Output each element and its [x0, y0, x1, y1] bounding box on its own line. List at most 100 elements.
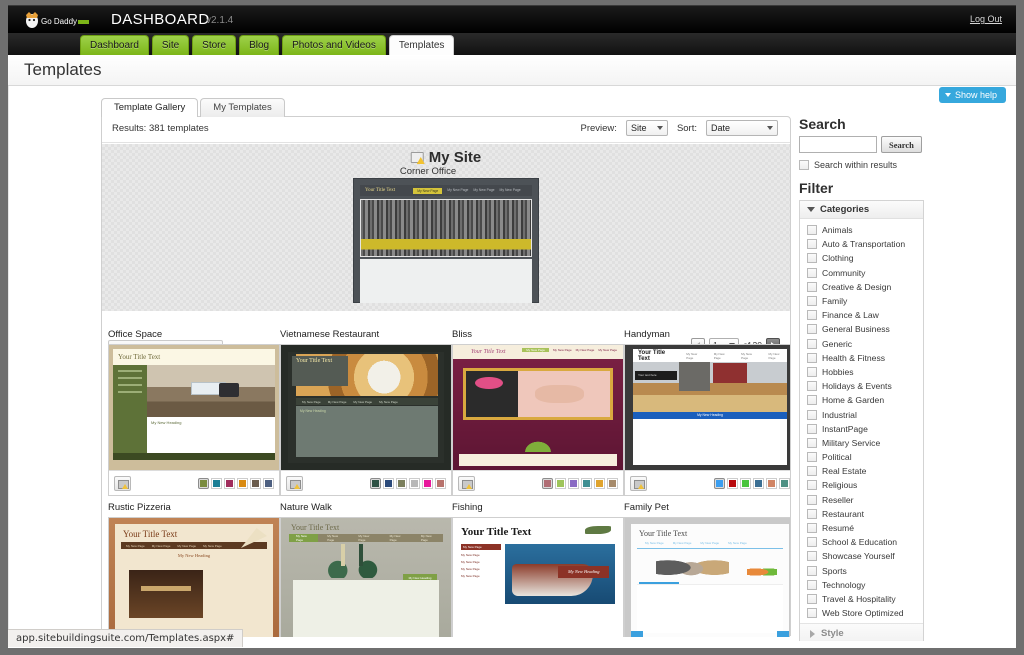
tab-my-templates[interactable]: My Templates [200, 98, 285, 117]
checkbox-icon[interactable] [807, 366, 817, 377]
checkbox-icon[interactable] [807, 352, 817, 363]
checkbox-icon[interactable] [807, 508, 817, 519]
category-item-travel-hospitality[interactable]: Travel & Hospitality [800, 592, 923, 606]
nav-tab-store[interactable]: Store [192, 35, 237, 55]
color-swatch[interactable] [766, 477, 777, 489]
color-swatch[interactable] [779, 477, 790, 489]
template-card[interactable]: Your Title Text My New Page My New Page My… [108, 517, 280, 637]
category-item-family[interactable]: Family [800, 294, 923, 308]
checkbox-icon[interactable] [807, 296, 817, 307]
color-swatch[interactable] [594, 477, 605, 489]
category-item-generic[interactable]: Generic [800, 337, 923, 351]
style-section-header[interactable]: Style [800, 623, 923, 641]
checkbox-icon[interactable] [807, 409, 817, 420]
nav-tab-dashboard[interactable]: Dashboard [80, 35, 149, 55]
category-item-instantpage[interactable]: InstantPage [800, 422, 923, 436]
current-template-thumbnail[interactable]: Your Title Text My New Page My New Page … [353, 178, 539, 303]
checkbox-icon[interactable] [807, 579, 817, 590]
color-swatch[interactable] [250, 477, 261, 489]
color-swatch[interactable] [607, 477, 618, 489]
checkbox-icon[interactable] [807, 324, 817, 335]
color-swatch[interactable] [237, 477, 248, 489]
logout-link[interactable]: Log Out [970, 14, 1002, 24]
nav-tab-site[interactable]: Site [151, 35, 190, 55]
template-card[interactable]: Your Title Text My New Page My New Page My… [280, 344, 452, 496]
checkbox-icon[interactable] [807, 466, 817, 477]
checkbox-icon[interactable] [807, 281, 817, 292]
preview-icon[interactable] [286, 475, 303, 491]
checkbox-icon[interactable] [807, 338, 817, 349]
category-item-technology[interactable]: Technology [800, 578, 923, 592]
category-item-reseller[interactable]: Reseller [800, 493, 923, 507]
category-item-school-education[interactable]: School & Education [800, 535, 923, 549]
preview-icon[interactable] [630, 475, 647, 491]
color-swatch[interactable] [422, 477, 433, 489]
checkbox-icon[interactable] [807, 551, 817, 562]
color-swatch[interactable] [555, 477, 566, 489]
nav-tab-photos-and-videos[interactable]: Photos and Videos [282, 35, 386, 55]
search-within-results-row[interactable]: Search within results [799, 160, 931, 170]
color-swatch[interactable] [198, 477, 209, 489]
color-swatch[interactable] [211, 477, 222, 489]
tab-template-gallery[interactable]: Template Gallery [101, 98, 199, 117]
category-item-community[interactable]: Community [800, 266, 923, 280]
color-swatch[interactable] [370, 477, 381, 489]
checkbox-icon[interactable] [807, 267, 817, 278]
preview-icon[interactable] [458, 475, 475, 491]
godaddy-logo-icon[interactable]: Go Daddy [20, 12, 90, 29]
checkbox-icon[interactable] [807, 423, 817, 434]
category-item-religious[interactable]: Religious [800, 478, 923, 492]
category-item-resume[interactable]: Resumé [800, 521, 923, 535]
sort-select[interactable]: Date [706, 120, 778, 136]
category-item-creative-design[interactable]: Creative & Design [800, 280, 923, 294]
show-help-button[interactable]: Show help [938, 87, 1006, 103]
checkbox-icon[interactable] [807, 480, 817, 491]
color-swatch[interactable] [727, 477, 738, 489]
color-swatch[interactable] [224, 477, 235, 489]
checkbox-icon[interactable] [807, 310, 817, 321]
checkbox-icon[interactable] [807, 239, 817, 250]
category-item-clothing[interactable]: Clothing [800, 251, 923, 265]
color-swatch[interactable] [542, 477, 553, 489]
checkbox-icon[interactable] [807, 523, 817, 534]
checkbox-icon[interactable] [799, 160, 809, 170]
template-card[interactable]: Your Title Text My New Page My New Page My… [624, 344, 790, 496]
template-card[interactable]: Your Title Text My New Page My New Page My… [280, 517, 452, 637]
category-item-hobbies[interactable]: Hobbies [800, 365, 923, 379]
nav-tab-blog[interactable]: Blog [239, 35, 280, 55]
template-card[interactable]: Your Title Text My New Page My New Page My… [452, 517, 624, 637]
checkbox-icon[interactable] [807, 537, 817, 548]
template-card[interactable]: Your Title Text My New Page My New Page My… [624, 517, 790, 637]
checkbox-icon[interactable] [807, 437, 817, 448]
checkbox-icon[interactable] [807, 565, 817, 576]
checkbox-icon[interactable] [807, 608, 817, 619]
category-item-animals[interactable]: Animals [800, 223, 923, 237]
color-swatch[interactable] [714, 477, 725, 489]
category-item-political[interactable]: Political [800, 450, 923, 464]
color-swatch[interactable] [568, 477, 579, 489]
category-item-general-business[interactable]: General Business [800, 322, 923, 336]
color-swatch[interactable] [383, 477, 394, 489]
color-swatch[interactable] [581, 477, 592, 489]
color-swatch[interactable] [740, 477, 751, 489]
nav-tab-templates[interactable]: Templates [388, 35, 455, 55]
checkbox-icon[interactable] [807, 452, 817, 463]
checkbox-icon[interactable] [807, 593, 817, 604]
category-item-industrial[interactable]: Industrial [800, 407, 923, 421]
checkbox-icon[interactable] [807, 225, 817, 236]
category-item-web-store-optimized[interactable]: Web Store Optimized [800, 606, 923, 620]
category-item-finance-law[interactable]: Finance & Law [800, 308, 923, 322]
color-swatch[interactable] [409, 477, 420, 489]
template-card[interactable]: Your Title Text My New Page My New Page My… [452, 344, 624, 496]
color-swatch[interactable] [396, 477, 407, 489]
category-item-holidays-events[interactable]: Holidays & Events [800, 379, 923, 393]
category-item-real-estate[interactable]: Real Estate [800, 464, 923, 478]
preview-select[interactable]: Site [625, 120, 668, 136]
color-swatch[interactable] [435, 477, 446, 489]
checkbox-icon[interactable] [807, 395, 817, 406]
color-swatch[interactable] [753, 477, 764, 489]
category-item-sports[interactable]: Sports [800, 564, 923, 578]
category-item-military-service[interactable]: Military Service [800, 436, 923, 450]
template-card[interactable]: Your Title Text My New Heading [108, 344, 280, 496]
preview-icon[interactable] [114, 475, 131, 491]
